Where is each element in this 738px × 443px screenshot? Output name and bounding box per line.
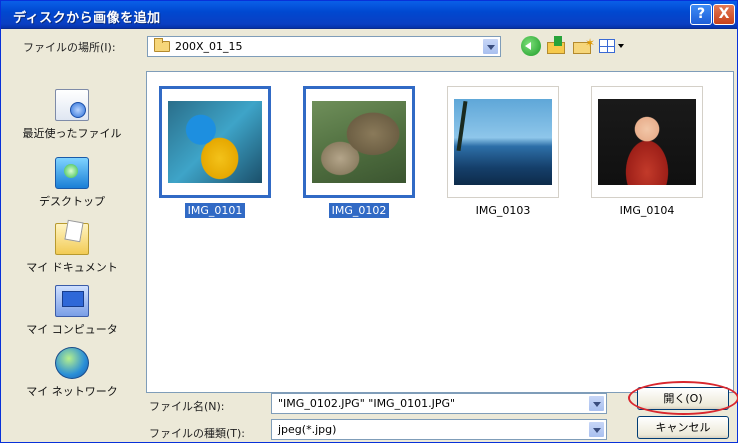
- file-thumbnail[interactable]: [591, 86, 703, 198]
- parrot-image: [168, 101, 262, 183]
- place-label: マイ ドキュメント: [26, 261, 118, 274]
- close-button[interactable]: X: [713, 4, 735, 25]
- place-label: デスクトップ: [39, 195, 105, 208]
- file-type-value: jpeg(*.jpg): [278, 423, 337, 436]
- view-menu-icon[interactable]: [599, 36, 625, 56]
- tortoise-image: [312, 101, 406, 183]
- place-label: 最近使ったファイル: [22, 127, 122, 140]
- file-thumbnail[interactable]: [447, 86, 559, 198]
- file-name-label[interactable]: IMG_0101: [159, 203, 271, 218]
- cancel-button[interactable]: キャンセル: [637, 416, 729, 439]
- file-type-select[interactable]: jpeg(*.jpg): [271, 419, 607, 440]
- child-image: [598, 99, 696, 185]
- help-button[interactable]: ?: [690, 4, 712, 25]
- chevron-down-icon[interactable]: [588, 421, 605, 438]
- file-type-label: ファイルの種類(T):: [149, 427, 246, 440]
- place-my-documents[interactable]: マイ ドキュメント: [11, 223, 133, 275]
- up-folder-icon[interactable]: [547, 36, 567, 56]
- file-name-label-field: ファイル名(N):: [149, 400, 225, 413]
- beach-image: [454, 99, 552, 185]
- window-title: ディスクから画像を追加: [13, 11, 161, 26]
- place-recent[interactable]: 最近使ったファイル: [11, 89, 133, 141]
- place-my-computer[interactable]: マイ コンピュータ: [11, 285, 133, 337]
- file-name-label[interactable]: IMG_0102: [303, 203, 415, 218]
- chevron-down-icon[interactable]: [482, 38, 499, 55]
- file-dialog: ディスクから画像を追加 ? X ファイルの場所(I): 200X_01_15 ✶…: [0, 0, 738, 443]
- my-network-icon: [55, 347, 89, 379]
- look-in-value: 200X_01_15: [175, 40, 243, 53]
- places-bar: 最近使ったファイル デスクトップ マイ ドキュメント マイ コンピュータ マイ …: [11, 71, 133, 401]
- look-in-label: ファイルの場所(I):: [23, 41, 116, 54]
- recent-files-icon: [55, 89, 89, 121]
- file-thumbnail[interactable]: [303, 86, 415, 198]
- chevron-down-icon[interactable]: [588, 395, 605, 412]
- file-name-label[interactable]: IMG_0104: [591, 204, 703, 217]
- file-thumbnail[interactable]: [159, 86, 271, 198]
- file-list[interactable]: IMG_0101 IMG_0102 IMG_0103 IMG_0104: [146, 71, 734, 393]
- desktop-icon: [55, 157, 89, 189]
- folder-icon: [154, 38, 170, 52]
- place-label: マイ コンピュータ: [26, 323, 118, 336]
- place-my-network[interactable]: マイ ネットワーク: [11, 347, 133, 399]
- highlight-ring: [628, 381, 738, 415]
- my-documents-icon: [55, 223, 89, 255]
- file-name-label[interactable]: IMG_0103: [447, 204, 559, 217]
- place-label: マイ ネットワーク: [26, 385, 118, 398]
- new-folder-icon[interactable]: ✶: [573, 36, 595, 56]
- look-in-combo[interactable]: 200X_01_15: [147, 36, 501, 57]
- file-name-input[interactable]: "IMG_0102.JPG" "IMG_0101.JPG": [271, 393, 607, 414]
- place-desktop[interactable]: デスクトップ: [11, 157, 133, 209]
- file-name-value: "IMG_0102.JPG" "IMG_0101.JPG": [278, 397, 456, 410]
- title-bar[interactable]: ディスクから画像を追加 ? X: [1, 1, 737, 29]
- my-computer-icon: [55, 285, 89, 317]
- back-icon[interactable]: [521, 36, 541, 56]
